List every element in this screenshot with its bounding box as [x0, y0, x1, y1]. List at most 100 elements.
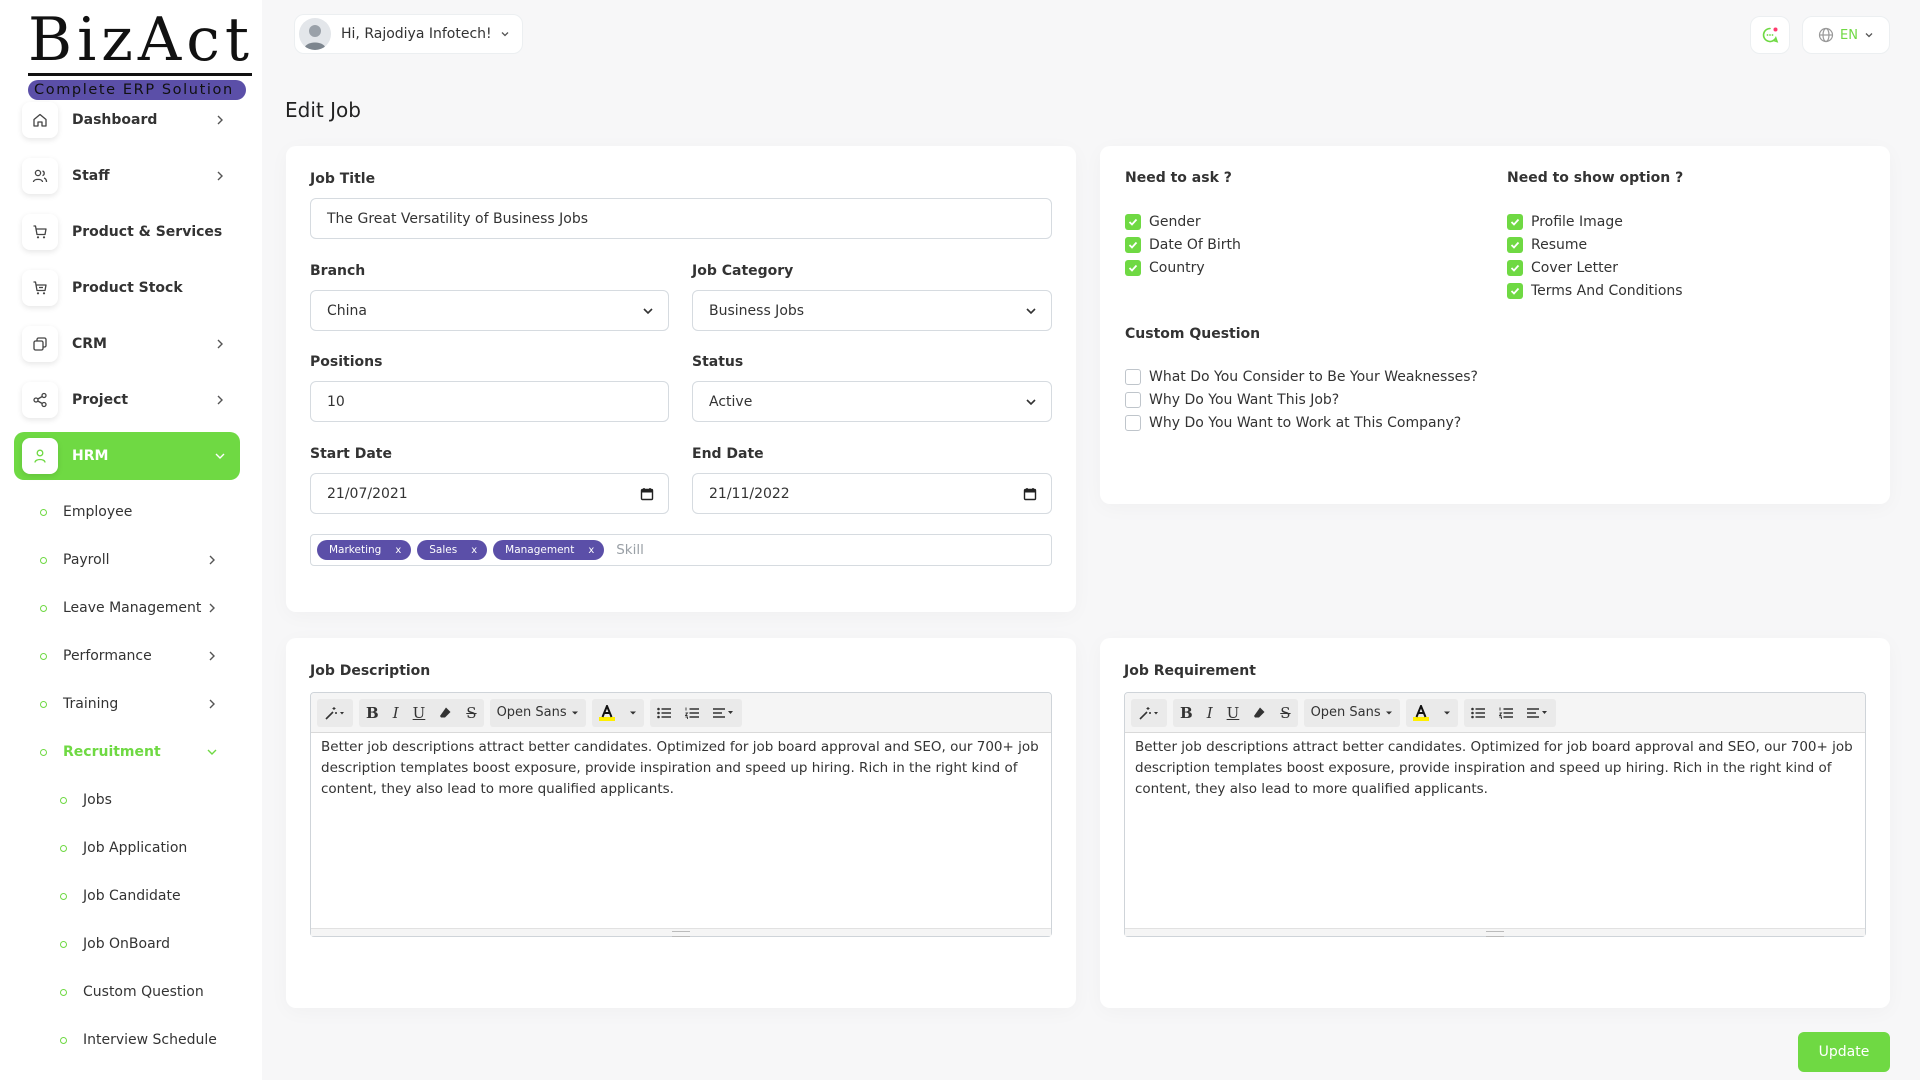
resize-handle[interactable]	[672, 931, 690, 937]
bold-icon[interactable]: B	[359, 699, 386, 727]
layers-icon	[22, 326, 58, 362]
strikethrough-icon[interactable]: S	[459, 699, 483, 727]
sidebar-subitem-performance[interactable]: Performance	[14, 632, 240, 680]
chevron-right-icon	[209, 699, 215, 709]
eraser-icon[interactable]	[1246, 699, 1273, 727]
status-value: Active	[709, 393, 753, 410]
remove-tag-button[interactable]: x	[395, 545, 401, 556]
font-family-dropdown[interactable]: Open Sans	[490, 699, 586, 727]
sidebar-subitem-label: Job Candidate	[83, 888, 181, 904]
end-date-input[interactable]: 21/11/2022	[692, 473, 1052, 514]
sidebar-item-label: CRM	[72, 336, 107, 352]
ask-country-checkbox[interactable]: Country	[1125, 260, 1205, 276]
sidebar-subitem-training[interactable]: Training	[14, 680, 240, 728]
sidebar-subitem-employee[interactable]: Employee	[14, 488, 240, 536]
unordered-list-icon[interactable]	[1464, 699, 1492, 727]
user-menu[interactable]: Hi, Rajodiya Infotech!	[294, 14, 523, 54]
resize-handle[interactable]	[1486, 931, 1504, 937]
sidebar-subitem-job-application[interactable]: Job Application	[14, 824, 240, 872]
editor-toolbar: B I U S Open Sans	[1125, 693, 1865, 733]
chevron-down-icon	[501, 32, 509, 37]
editor-toolbar: B I U S Open Sans	[311, 693, 1051, 733]
sidebar-subitem-custom-question[interactable]: Custom Question	[14, 968, 240, 1016]
show-cover-letter-checkbox[interactable]: Cover Letter	[1507, 260, 1618, 276]
remove-tag-button[interactable]: x	[471, 545, 477, 556]
ordered-list-icon[interactable]	[678, 699, 706, 727]
skill-tag: Management x	[493, 540, 605, 560]
sidebar-subitem-leave-management[interactable]: Leave Management	[14, 584, 240, 632]
underline-icon[interactable]: U	[1220, 699, 1247, 727]
job-title-input[interactable]: The Great Versatility of Business Jobs	[310, 198, 1052, 239]
message-icon	[1762, 27, 1779, 43]
custom-question-checkbox[interactable]: What Do You Consider to Be Your Weakness…	[1125, 369, 1478, 385]
messages-button[interactable]	[1750, 16, 1790, 54]
color-dropdown-icon[interactable]	[622, 699, 644, 727]
italic-icon[interactable]: I	[1200, 699, 1220, 727]
text-color-icon[interactable]	[592, 699, 622, 727]
skill-tag: Marketing x	[317, 540, 412, 560]
checkbox-label: Cover Letter	[1531, 260, 1618, 276]
magic-wand-icon[interactable]	[317, 699, 353, 727]
ask-gender-checkbox[interactable]: Gender	[1125, 214, 1201, 230]
color-dropdown-icon[interactable]	[1436, 699, 1458, 727]
bold-icon[interactable]: B	[1173, 699, 1200, 727]
ask-date-of-birth-checkbox[interactable]: Date Of Birth	[1125, 237, 1241, 253]
update-button[interactable]: Update	[1798, 1032, 1890, 1072]
sidebar-item-hrm[interactable]: HRM	[14, 432, 240, 480]
align-dropdown-icon[interactable]	[706, 699, 742, 727]
sidebar-item-project[interactable]: Project	[14, 376, 240, 424]
unordered-list-icon[interactable]	[650, 699, 678, 727]
align-dropdown-icon[interactable]	[1520, 699, 1556, 727]
chevron-down-icon	[215, 453, 225, 459]
skills-tag-input[interactable]: Marketing x Sales x Management x Skill	[310, 534, 1052, 566]
show-profile-image-checkbox[interactable]: Profile Image	[1507, 214, 1623, 230]
brand-logo[interactable]: BizAct Complete ERP Solution	[28, 8, 252, 100]
status-label: Status	[692, 354, 744, 370]
eraser-icon[interactable]	[432, 699, 459, 727]
underline-icon[interactable]: U	[406, 699, 433, 727]
calendar-icon[interactable]	[1023, 487, 1037, 501]
sidebar-item-product-services[interactable]: Product & Services	[14, 208, 240, 256]
checkbox-label: Country	[1149, 260, 1205, 276]
sidebar-subitem-interview-schedule[interactable]: Interview Schedule	[14, 1016, 240, 1064]
text-color-icon[interactable]	[1406, 699, 1436, 727]
start-date-input[interactable]: 21/07/2021	[310, 473, 669, 514]
language-selector[interactable]: EN	[1802, 16, 1890, 54]
remove-tag-button[interactable]: x	[588, 545, 594, 556]
sidebar-subitem-job-onboard[interactable]: Job OnBoard	[14, 920, 240, 968]
font-family-dropdown[interactable]: Open Sans	[1304, 699, 1400, 727]
show-terms-checkbox[interactable]: Terms And Conditions	[1507, 283, 1683, 299]
end-date-value: 21/11/2022	[709, 485, 790, 502]
checkbox-checked-icon	[1507, 260, 1523, 276]
italic-icon[interactable]: I	[386, 699, 406, 727]
custom-question-checkbox[interactable]: Why Do You Want This Job?	[1125, 392, 1339, 408]
editor-content[interactable]: Better job descriptions attract better c…	[1125, 733, 1865, 804]
sidebar-subitem-job-candidate[interactable]: Job Candidate	[14, 872, 240, 920]
positions-input[interactable]: 10	[310, 381, 669, 422]
branch-select[interactable]: China	[310, 290, 669, 331]
ordered-list-icon[interactable]	[1492, 699, 1520, 727]
sidebar-subitem-payroll[interactable]: Payroll	[14, 536, 240, 584]
start-date-label: Start Date	[310, 446, 392, 462]
custom-question-checkbox[interactable]: Why Do You Want to Work at This Company?	[1125, 415, 1461, 431]
editor-content[interactable]: Better job descriptions attract better c…	[311, 733, 1051, 804]
user-greeting: Hi, Rajodiya Infotech!	[341, 26, 492, 42]
sidebar-item-dashboard[interactable]: Dashboard	[14, 96, 240, 144]
font-family-value: Open Sans	[1310, 705, 1381, 720]
format-group: B I U S	[359, 698, 484, 727]
sidebar-item-product-stock[interactable]: Product Stock	[14, 264, 240, 312]
sidebar-item-staff[interactable]: Staff	[14, 152, 240, 200]
calendar-icon[interactable]	[640, 487, 654, 501]
sidebar-subitem-jobs[interactable]: Jobs	[14, 776, 240, 824]
sidebar-subitem-recruitment[interactable]: Recruitment	[14, 728, 240, 776]
skill-tag: Sales x	[417, 540, 488, 560]
chevron-down-icon	[1026, 398, 1036, 405]
language-code: EN	[1840, 27, 1858, 43]
show-resume-checkbox[interactable]: Resume	[1507, 237, 1587, 253]
job-category-select[interactable]: Business Jobs	[692, 290, 1052, 331]
strikethrough-icon[interactable]: S	[1273, 699, 1297, 727]
magic-wand-icon[interactable]	[1131, 699, 1167, 727]
sidebar-item-crm[interactable]: CRM	[14, 320, 240, 368]
font-group: Open Sans	[1303, 698, 1400, 727]
status-select[interactable]: Active	[692, 381, 1052, 422]
